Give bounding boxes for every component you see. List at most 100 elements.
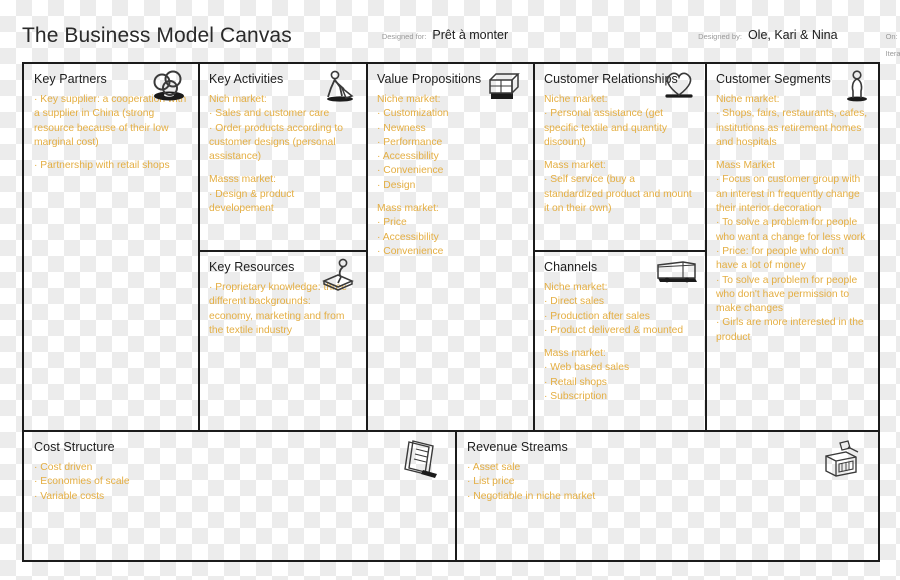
list-item: · Performance — [377, 136, 443, 148]
group: Niche market: · Personal assistance (get… — [544, 93, 696, 150]
designed-by-value: Ole, Kari & Nina — [747, 28, 838, 42]
group: · Proprietary knowledge: three different… — [209, 281, 357, 338]
group: Mass market: · Self service (buy a stand… — [544, 159, 696, 216]
list-item: · Key supplier: a cooperation with a sup… — [34, 94, 187, 148]
designed-for-label: Designed for: — [381, 32, 427, 41]
group-heading: Mass Market — [716, 160, 775, 172]
group-heading: Niche market: — [377, 94, 441, 105]
group: Mass market: · Price · Accessibility · C… — [377, 202, 524, 259]
list-item: · Convenience — [377, 245, 444, 257]
date-iteration-block: Day Month Year On: 02.02.2012 Iteration:… — [886, 20, 900, 59]
page-title: The Business Model Canvas — [22, 24, 292, 47]
block-key-resources[interactable]: Key Resources · Proprietary knowledge: t… — [199, 252, 366, 430]
group: · Key supplier: a cooperation with a sup… — [34, 93, 189, 150]
key-partners-title: Key Partners — [34, 72, 107, 86]
group-heading: Masss market: — [209, 174, 276, 186]
list-item: · To solve a problem for people who want… — [716, 217, 866, 243]
list-item: · Accessibility — [377, 151, 439, 163]
designed-for-field: Designed for: Prêt à monter — [382, 28, 508, 42]
designed-by-field: Designed by: Ole, Kari & Nina — [698, 28, 837, 42]
list-item: · Girls are more interested in the produ… — [716, 317, 864, 343]
block-key-partners[interactable]: Key Partners · Key supplier: a cooperati… — [24, 64, 198, 430]
key-resources-body: · Proprietary knowledge: three different… — [209, 281, 357, 338]
value-propositions-body: Niche market: · Customization · Newness … — [377, 93, 524, 259]
block-value-propositions[interactable]: Value Propositions Niche market: · Custo… — [367, 64, 533, 430]
list-item: · Subscription — [544, 391, 607, 403]
key-partners-body: · Key supplier: a cooperation with a sup… — [34, 93, 189, 173]
group: Niche market: · Shops, fairs, restaurant… — [716, 93, 869, 150]
list-item: · Shops, fairs, restaurants, cafes, inst… — [716, 108, 868, 148]
customer-segments-body: Niche market: · Shops, fairs, restaurant… — [716, 93, 869, 345]
list-item: · List price — [467, 476, 515, 488]
business-model-canvas-grid: Key Partners · Key supplier: a cooperati… — [22, 62, 880, 562]
canvas-header: The Business Model Canvas Designed for: … — [22, 14, 900, 58]
group: · Cost driven · Economies of scale · Var… — [34, 461, 446, 504]
customer-relationships-title: Customer Relationships — [544, 72, 678, 86]
designed-for-value: Prêt à monter — [432, 28, 509, 42]
list-item: · Retail shops — [544, 376, 607, 388]
customer-relationships-body: Niche market: · Personal assistance (get… — [544, 93, 696, 216]
channels-body: Niche market: · Direct sales · Productio… — [544, 281, 696, 404]
group-heading: Mass market: — [544, 348, 606, 360]
list-item: · Economies of scale — [34, 476, 130, 488]
group-heading: Niche market: — [544, 282, 608, 293]
list-item: · Direct sales — [544, 296, 605, 308]
channels-title: Channels — [544, 260, 598, 274]
block-customer-segments[interactable]: Customer Segments Niche market: · Shops,… — [706, 64, 878, 430]
group-heading: Nich market: — [209, 94, 267, 105]
list-item: · Newness — [377, 122, 426, 134]
list-item: · Negotiable in niche market — [467, 490, 596, 502]
customer-segments-title: Customer Segments — [716, 72, 831, 86]
key-resources-title: Key Resources — [209, 260, 295, 274]
list-item: · Proprietary knowledge: three different… — [209, 282, 347, 336]
cost-structure-title: Cost Structure — [34, 440, 115, 454]
list-item: · Focus on customer group with an intere… — [716, 174, 861, 215]
group: Niche market: · Customization · Newness … — [377, 93, 524, 193]
list-item: · Asset sale — [467, 462, 521, 473]
key-activities-body: Nich market: · Sales and customer care ·… — [209, 93, 357, 216]
group: · Asset sale · List price · Negotiable i… — [467, 461, 869, 504]
list-item: · Sales and customer care — [209, 108, 330, 120]
group-heading: Mass market: — [544, 160, 606, 172]
list-item: · Design — [377, 179, 416, 191]
group-heading: Niche market: — [716, 94, 780, 105]
list-item: · Order products according to customer d… — [209, 122, 343, 163]
group: Mass market: · Web based sales · Retail … — [544, 347, 696, 404]
list-item: · Personal assistance (get specific text… — [544, 108, 668, 148]
list-item: · Web based sales — [544, 362, 630, 374]
group: Niche market: · Direct sales · Productio… — [544, 281, 696, 338]
iteration-label: Iteration: — [885, 49, 900, 58]
iteration-row: Iteration: No. 1 — [886, 44, 900, 59]
revenue-streams-title: Revenue Streams — [467, 440, 568, 454]
key-activities-title: Key Activities — [209, 72, 284, 86]
list-item: · Accessibility — [377, 231, 439, 243]
list-item: · Price: for people who don't have a lot… — [716, 245, 844, 272]
date-row: On: 02.02.2012 — [886, 26, 900, 42]
block-cost-structure[interactable]: Cost Structure · Cost driven · Economies… — [24, 432, 455, 560]
list-item: · Customization — [377, 108, 449, 120]
list-item: · To solve a problem for people who don'… — [716, 274, 858, 315]
block-revenue-streams[interactable]: Revenue Streams · Asset sale · List pric… — [457, 432, 878, 560]
group: Nich market: · Sales and customer care ·… — [209, 93, 357, 164]
list-item: · Price — [377, 217, 407, 229]
revenue-streams-body: · Asset sale · List price · Negotiable i… — [467, 461, 869, 504]
block-customer-relationships[interactable]: Customer Relationships Niche market: · P… — [534, 64, 705, 250]
group-heading: Mass market: — [377, 203, 439, 215]
group: · Partnership with retail shops — [34, 159, 189, 173]
list-item: · Convenience — [377, 165, 444, 177]
group: Mass Market · Focus on customer group wi… — [716, 159, 869, 345]
list-item: · Design & product developement — [209, 188, 295, 215]
block-channels[interactable]: Channels Niche market: · Direct sales · … — [534, 252, 705, 430]
on-label: On: — [885, 32, 898, 41]
designed-by-label: Designed by: — [698, 32, 742, 41]
list-item: · Self service (buy a standardized produ… — [544, 174, 692, 215]
cost-structure-body: · Cost driven · Economies of scale · Var… — [34, 461, 446, 504]
list-item: · Variable costs — [34, 490, 105, 502]
value-propositions-title: Value Propositions — [377, 72, 482, 86]
list-item: · Partnership with retail shops — [34, 160, 170, 172]
block-key-activities[interactable]: Key Activities Nich market: · Sales and … — [199, 64, 366, 250]
group-heading: Niche market: — [544, 94, 608, 105]
list-item: · Production after sales — [544, 310, 650, 322]
list-item: · Product delivered & mounted — [544, 324, 684, 336]
group: Masss market: · Design & product develop… — [209, 173, 357, 216]
